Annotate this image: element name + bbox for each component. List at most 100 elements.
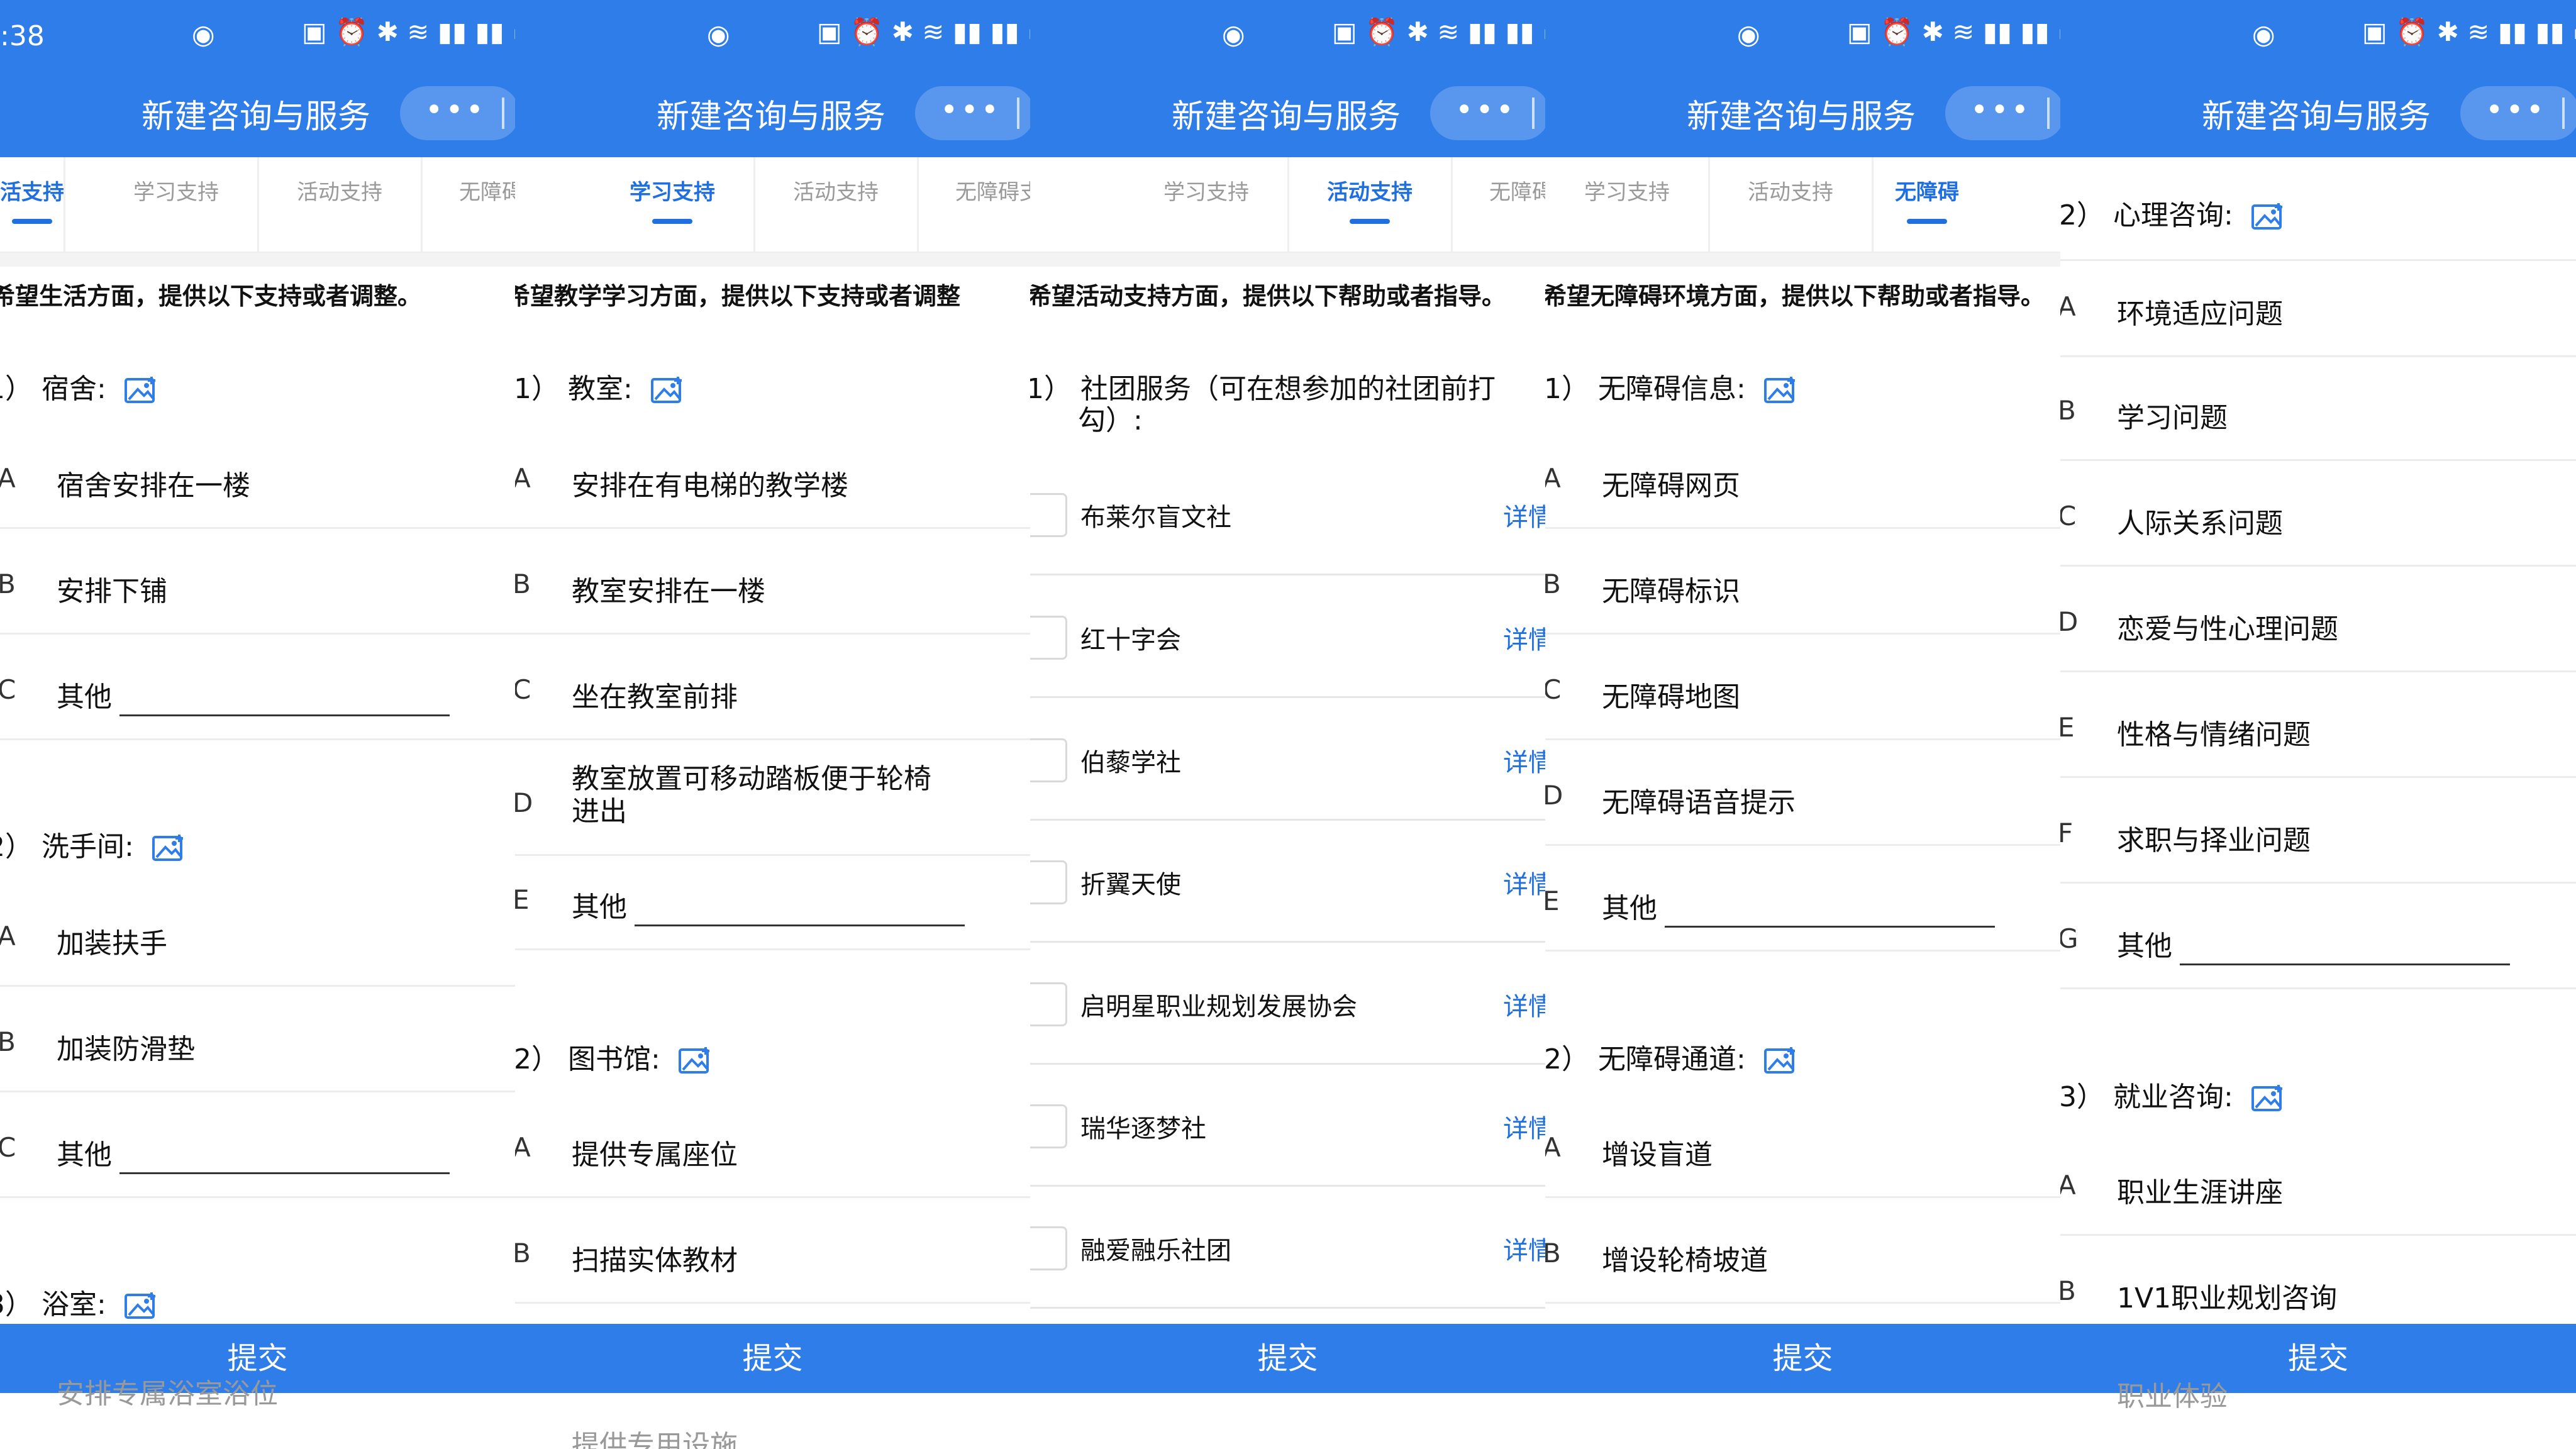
- option-row-other[interactable]: G 其他: [2060, 893, 2576, 989]
- partial-option-text: 提供专用设施: [572, 1430, 738, 1449]
- club-detail-link[interactable]: 详情: [1503, 742, 1545, 779]
- club-row[interactable]: 启明星职业规划发展协会 详情: [1030, 943, 1545, 1065]
- more-dots-icon[interactable]: •••: [1455, 92, 1516, 128]
- other-text-input[interactable]: [119, 1172, 450, 1174]
- option-row[interactable]: B 扫描实体教材: [515, 1208, 1030, 1304]
- more-menu-capsule[interactable]: •••: [1945, 86, 2060, 140]
- club-row[interactable]: 瑞华逐梦社 详情: [1030, 1065, 1545, 1187]
- section-intro: 希望教学学习方面，提供以下支持或者调整: [515, 282, 961, 310]
- image-upload-icon[interactable]: [152, 833, 186, 863]
- more-dots-icon[interactable]: •••: [940, 92, 1001, 128]
- status-icons: ▣ ⏰ ✱ ≋ ▮▮ ▮▮ ▭48: [1332, 16, 1545, 47]
- submit-button[interactable]: 提交: [1030, 1324, 1545, 1393]
- tab-activity[interactable]: 活动支持: [1709, 157, 1874, 252]
- tab-activity[interactable]: 活动支持: [1288, 157, 1453, 252]
- club-checkbox[interactable]: [1030, 738, 1067, 782]
- more-dots-icon[interactable]: •••: [425, 92, 486, 128]
- other-text-input[interactable]: [635, 924, 965, 926]
- image-upload-icon[interactable]: [1763, 1046, 1797, 1076]
- tab-accessibility[interactable]: 无障碍支持: [1452, 157, 1545, 252]
- panel-life-support: :38 ◉ ▣ ⏰ ✱ ≋ ▮▮ ▮▮ ▭48 新建咨询与服务 ••• 活支持 …: [0, 0, 515, 1449]
- club-row[interactable]: 折翼天使 详情: [1030, 821, 1545, 943]
- option-row-other[interactable]: C 其他: [0, 1102, 515, 1198]
- image-upload-icon[interactable]: [2251, 1084, 2285, 1114]
- tab-study[interactable]: 学习支持: [1124, 157, 1289, 252]
- image-upload-icon[interactable]: [2251, 202, 2285, 232]
- option-row[interactable]: D 无障碍语音提示: [1545, 750, 2060, 846]
- option-row[interactable]: A 提供专属座位: [515, 1102, 1030, 1198]
- option-row[interactable]: D 恋爱与性心理问题: [2060, 576, 2576, 672]
- club-detail-link[interactable]: 详情: [1503, 497, 1545, 533]
- tab-activity[interactable]: 活动支持: [258, 157, 423, 252]
- image-upload-icon[interactable]: [124, 375, 158, 406]
- more-menu-capsule[interactable]: •••: [2460, 86, 2576, 140]
- more-menu-capsule[interactable]: •••: [1430, 86, 1545, 140]
- tab-study[interactable]: 学习支持: [94, 157, 259, 252]
- option-row-other[interactable]: E 其他: [515, 854, 1030, 950]
- option-row[interactable]: A 增设盲道: [1545, 1102, 2060, 1198]
- option-row[interactable]: B 加装防滑垫: [0, 996, 515, 1092]
- club-row[interactable]: 伯藜学社 详情: [1030, 699, 1545, 821]
- club-row[interactable]: 融爱融乐社团 详情: [1030, 1187, 1545, 1309]
- club-detail-link[interactable]: 详情: [1503, 1230, 1545, 1267]
- tab-accessibility[interactable]: 无障碍支持: [421, 157, 515, 252]
- status-bar: ◉ ▣ ⏰ ✱ ≋ ▮▮ ▮▮ ▭48: [1030, 16, 1545, 57]
- tab-study[interactable]: 学习支持: [591, 157, 755, 252]
- option-row[interactable]: E 性格与情绪问题: [2060, 682, 2576, 778]
- more-dots-icon[interactable]: •••: [1970, 92, 2031, 128]
- club-detail-link[interactable]: 详情: [1503, 619, 1545, 656]
- option-row[interactable]: A 安排在有电梯的教学楼: [515, 433, 1030, 529]
- tab-accessibility[interactable]: 无障碍支持: [918, 157, 1030, 252]
- option-row[interactable]: A 无障碍网页: [1545, 433, 2060, 529]
- submit-button[interactable]: 提交: [1545, 1324, 2060, 1393]
- club-checkbox[interactable]: [1030, 860, 1067, 904]
- question-classroom: 1） 教室:: [515, 366, 684, 406]
- tab-life[interactable]: 活支持: [0, 157, 65, 252]
- tab-accessibility[interactable]: 无障碍: [1895, 157, 1959, 252]
- image-upload-icon[interactable]: [650, 375, 684, 406]
- submit-button[interactable]: 提交: [515, 1324, 1030, 1393]
- club-checkbox[interactable]: [1030, 493, 1067, 537]
- other-text-input[interactable]: [1665, 926, 1995, 928]
- option-row[interactable]: A 职业生涯讲座: [2060, 1140, 2576, 1236]
- option-row-other[interactable]: E 其他: [1545, 855, 2060, 952]
- status-icons: ▣ ⏰ ✱ ≋ ▮▮ ▮▮ ▭: [2362, 16, 2576, 47]
- club-detail-link[interactable]: 详情: [1503, 864, 1545, 901]
- option-row[interactable]: D 教室放置可移动踏板便于轮椅 进出: [515, 741, 1030, 856]
- club-detail-link[interactable]: 详情: [1503, 1108, 1545, 1145]
- club-checkbox[interactable]: [1030, 982, 1067, 1026]
- image-upload-icon[interactable]: [678, 1046, 712, 1076]
- option-row[interactable]: A 加装扶手: [0, 891, 515, 987]
- tab-activity[interactable]: 活动支持: [754, 157, 919, 252]
- status-bar: :38 ◉ ▣ ⏰ ✱ ≋ ▮▮ ▮▮ ▭48: [0, 16, 515, 57]
- option-row[interactable]: C 无障碍地图: [1545, 644, 2060, 740]
- club-row[interactable]: 布莱尔盲文社 详情: [1030, 454, 1545, 575]
- club-checkbox[interactable]: [1030, 1104, 1067, 1148]
- club-detail-link[interactable]: 详情: [1503, 986, 1545, 1023]
- more-menu-capsule[interactable]: •••: [915, 86, 1030, 140]
- other-text-input[interactable]: [119, 714, 450, 716]
- image-upload-icon[interactable]: [124, 1291, 158, 1321]
- option-row[interactable]: A 宿舍安排在一楼: [0, 433, 515, 529]
- option-row[interactable]: B 教室安排在一楼: [515, 538, 1030, 635]
- image-upload-icon[interactable]: [1763, 375, 1797, 406]
- option-row[interactable]: B 学习问题: [2060, 365, 2576, 461]
- more-menu-capsule[interactable]: •••: [400, 86, 515, 140]
- question-psych-consult: 2） 心理咨询:: [2060, 192, 2285, 233]
- eye-icon: ◉: [1222, 19, 1245, 50]
- club-row[interactable]: 红十字会 详情: [1030, 577, 1545, 698]
- option-row[interactable]: B 增设轮椅坡道: [1545, 1208, 2060, 1304]
- tab-study[interactable]: 学习支持: [1545, 157, 1710, 252]
- more-dots-icon[interactable]: •••: [2485, 92, 2546, 128]
- panel-accessibility-support: ◉ ▣ ⏰ ✱ ≋ ▮▮ ▮▮ ▭49 新建咨询与服务 ••• 学习支持 活动支…: [1545, 0, 2060, 1449]
- club-checkbox[interactable]: [1030, 1226, 1067, 1270]
- option-row[interactable]: F 求职与择业问题: [2060, 787, 2576, 884]
- other-text-input[interactable]: [2180, 963, 2510, 965]
- option-row[interactable]: C 人际关系问题: [2060, 470, 2576, 567]
- club-checkbox[interactable]: [1030, 616, 1067, 660]
- option-row-other[interactable]: C 其他: [0, 644, 515, 740]
- option-row[interactable]: C 坐在教室前排: [515, 644, 1030, 740]
- option-row[interactable]: B 安排下铺: [0, 538, 515, 635]
- option-row[interactable]: A 环境适应问题: [2060, 259, 2576, 357]
- option-row[interactable]: B 无障碍标识: [1545, 538, 2060, 635]
